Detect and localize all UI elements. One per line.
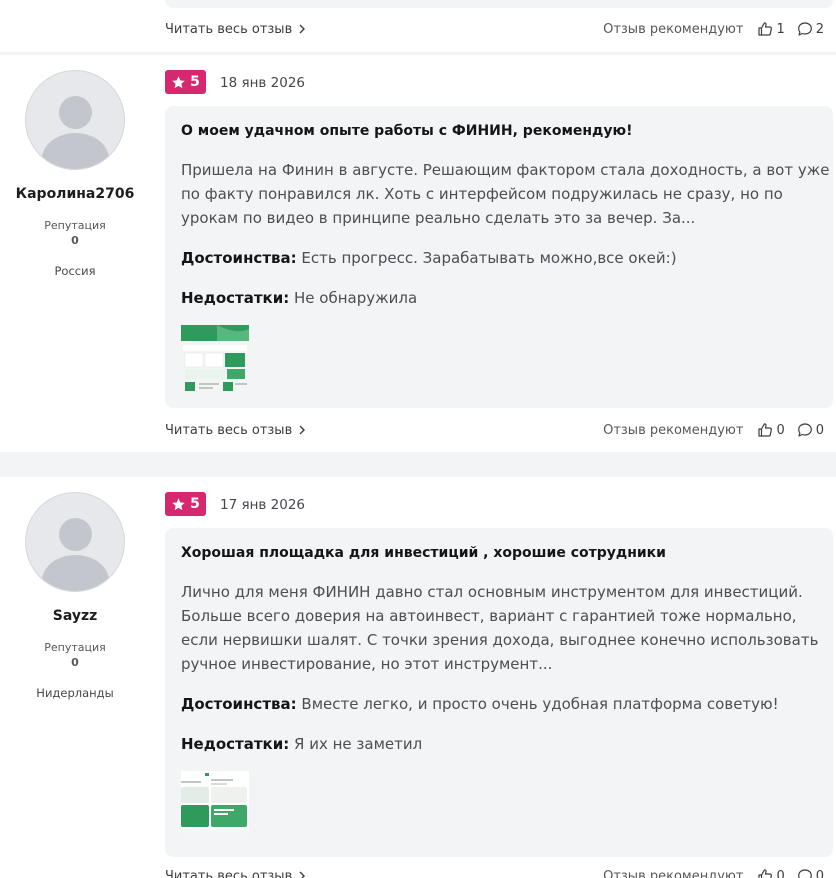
read-more-link[interactable]: Читать весь отзыв [165,423,306,438]
recommend-label: Отзыв рекомендуют [603,422,744,438]
reviewer-info: Sayzz Репутация 0 Нидерланды [0,492,150,700]
thumbs-up-icon [758,423,773,437]
username[interactable]: Каролина2706 [0,186,150,202]
recommend-label: Отзыв рекомендуют [603,21,744,37]
review-footer: Читать весь отзыв Отзыв рекомендуют 0 0 [165,420,836,440]
avatar[interactable] [25,70,125,170]
read-more-label: Читать весь отзыв [165,21,293,37]
avatar[interactable] [25,492,125,592]
avatar-body-shape [42,555,109,591]
reviewer-info: Каролина2706 Репутация 0 Россия [0,70,150,278]
review-image-thumbnail[interactable] [181,771,249,839]
likes-count: 0 [776,868,785,878]
screenshot-thumbnail-image [181,771,249,839]
reputation-value: 0 [71,656,79,669]
review-image-thumbnail[interactable] [181,325,249,393]
rating-badge: 5 [165,492,206,516]
comments-button[interactable]: 2 [797,21,824,37]
review-cons: Недостатки: Не обнаружила [181,289,417,307]
review-footer-previous: Читать весь отзыв Отзыв рекомендуют 1 2 [165,19,836,39]
avatar-body-shape [42,133,109,169]
chevron-right-icon [299,871,306,878]
cons-text: Я их не заметил [294,735,423,753]
avatar-head-shape [59,96,92,129]
reputation-label: Репутация [44,641,106,654]
comments-button[interactable]: 0 [797,868,824,878]
thumbs-up-icon [758,869,773,878]
likes-count: 1 [776,21,785,37]
star-icon [172,497,185,510]
comments-count: 0 [815,422,824,438]
country: Россия [54,264,96,278]
chevron-right-icon [299,24,306,34]
review-title[interactable]: О моем удачном опыте работы с ФИНИН, рек… [181,123,633,139]
chevron-right-icon [299,425,306,435]
recommend-label: Отзыв рекомендуют [603,868,744,878]
review-card-previous: Читать весь отзыв Отзыв рекомендуют 1 2 [0,0,836,52]
pros-label: Достоинства: [181,249,297,267]
reputation-label: Репутация [44,219,106,232]
review-card: Sayzz Репутация 0 Нидерланды 5 17 янв 20… [0,477,836,878]
comments-button[interactable]: 0 [797,422,824,438]
read-more-link[interactable]: Читать весь отзыв [165,22,306,37]
review-box-previous-tail [165,0,833,8]
rating-badge: 5 [165,70,206,94]
comments-count: 0 [815,868,824,878]
review-text: Пришела на Финин в августе. Решающим фак… [181,161,830,227]
likes-count: 0 [776,422,785,438]
pros-text: Вместе легко, и просто очень удобная пла… [301,695,779,713]
reputation-value: 0 [71,234,79,247]
cons-label: Недостатки: [181,735,290,753]
comment-icon [797,22,812,36]
review-title[interactable]: Хорошая площадка для инвестиций , хороши… [181,545,666,561]
like-button[interactable]: 1 [757,21,785,37]
review-content-box: Хорошая площадка для инвестиций , хороши… [165,528,833,857]
pros-text: Есть прогресс. Зарабатывать можно,все ок… [301,249,677,267]
review-pros: Достоинства: Есть прогресс. Зарабатывать… [181,249,677,267]
avatar-head-shape [59,518,92,551]
pros-label: Достоинства: [181,695,297,713]
username[interactable]: Sayzz [0,608,150,624]
review-date: 18 янв 2026 [220,75,306,91]
cons-label: Недостатки: [181,289,290,307]
read-more-label: Читать весь отзыв [165,422,293,438]
review-card: Каролина2706 Репутация 0 Россия 5 18 янв… [0,55,836,452]
comment-icon [797,423,812,437]
read-more-link[interactable]: Читать весь отзыв [165,869,306,878]
review-pros: Достоинства: Вместе легко, и просто очен… [181,695,779,713]
read-more-label: Читать весь отзыв [165,868,293,878]
review-text: Лично для меня ФИНИН давно стал основным… [181,583,819,673]
thumbs-up-icon [758,22,773,36]
comment-icon [797,869,812,878]
screenshot-thumbnail-image [181,325,249,393]
cons-text: Не обнаружила [294,289,418,307]
star-icon [172,75,185,88]
review-footer: Читать весь отзыв Отзыв рекомендуют 0 0 [165,866,836,878]
comments-count: 2 [815,21,824,37]
review-date: 17 янв 2026 [220,497,306,513]
review-cons: Недостатки: Я их не заметил [181,735,422,753]
rating-value: 5 [190,74,200,90]
like-button[interactable]: 0 [757,422,785,438]
review-content-box: О моем удачном опыте работы с ФИНИН, рек… [165,106,833,408]
rating-value: 5 [190,496,200,512]
like-button[interactable]: 0 [757,868,785,878]
country: Нидерланды [36,686,114,700]
